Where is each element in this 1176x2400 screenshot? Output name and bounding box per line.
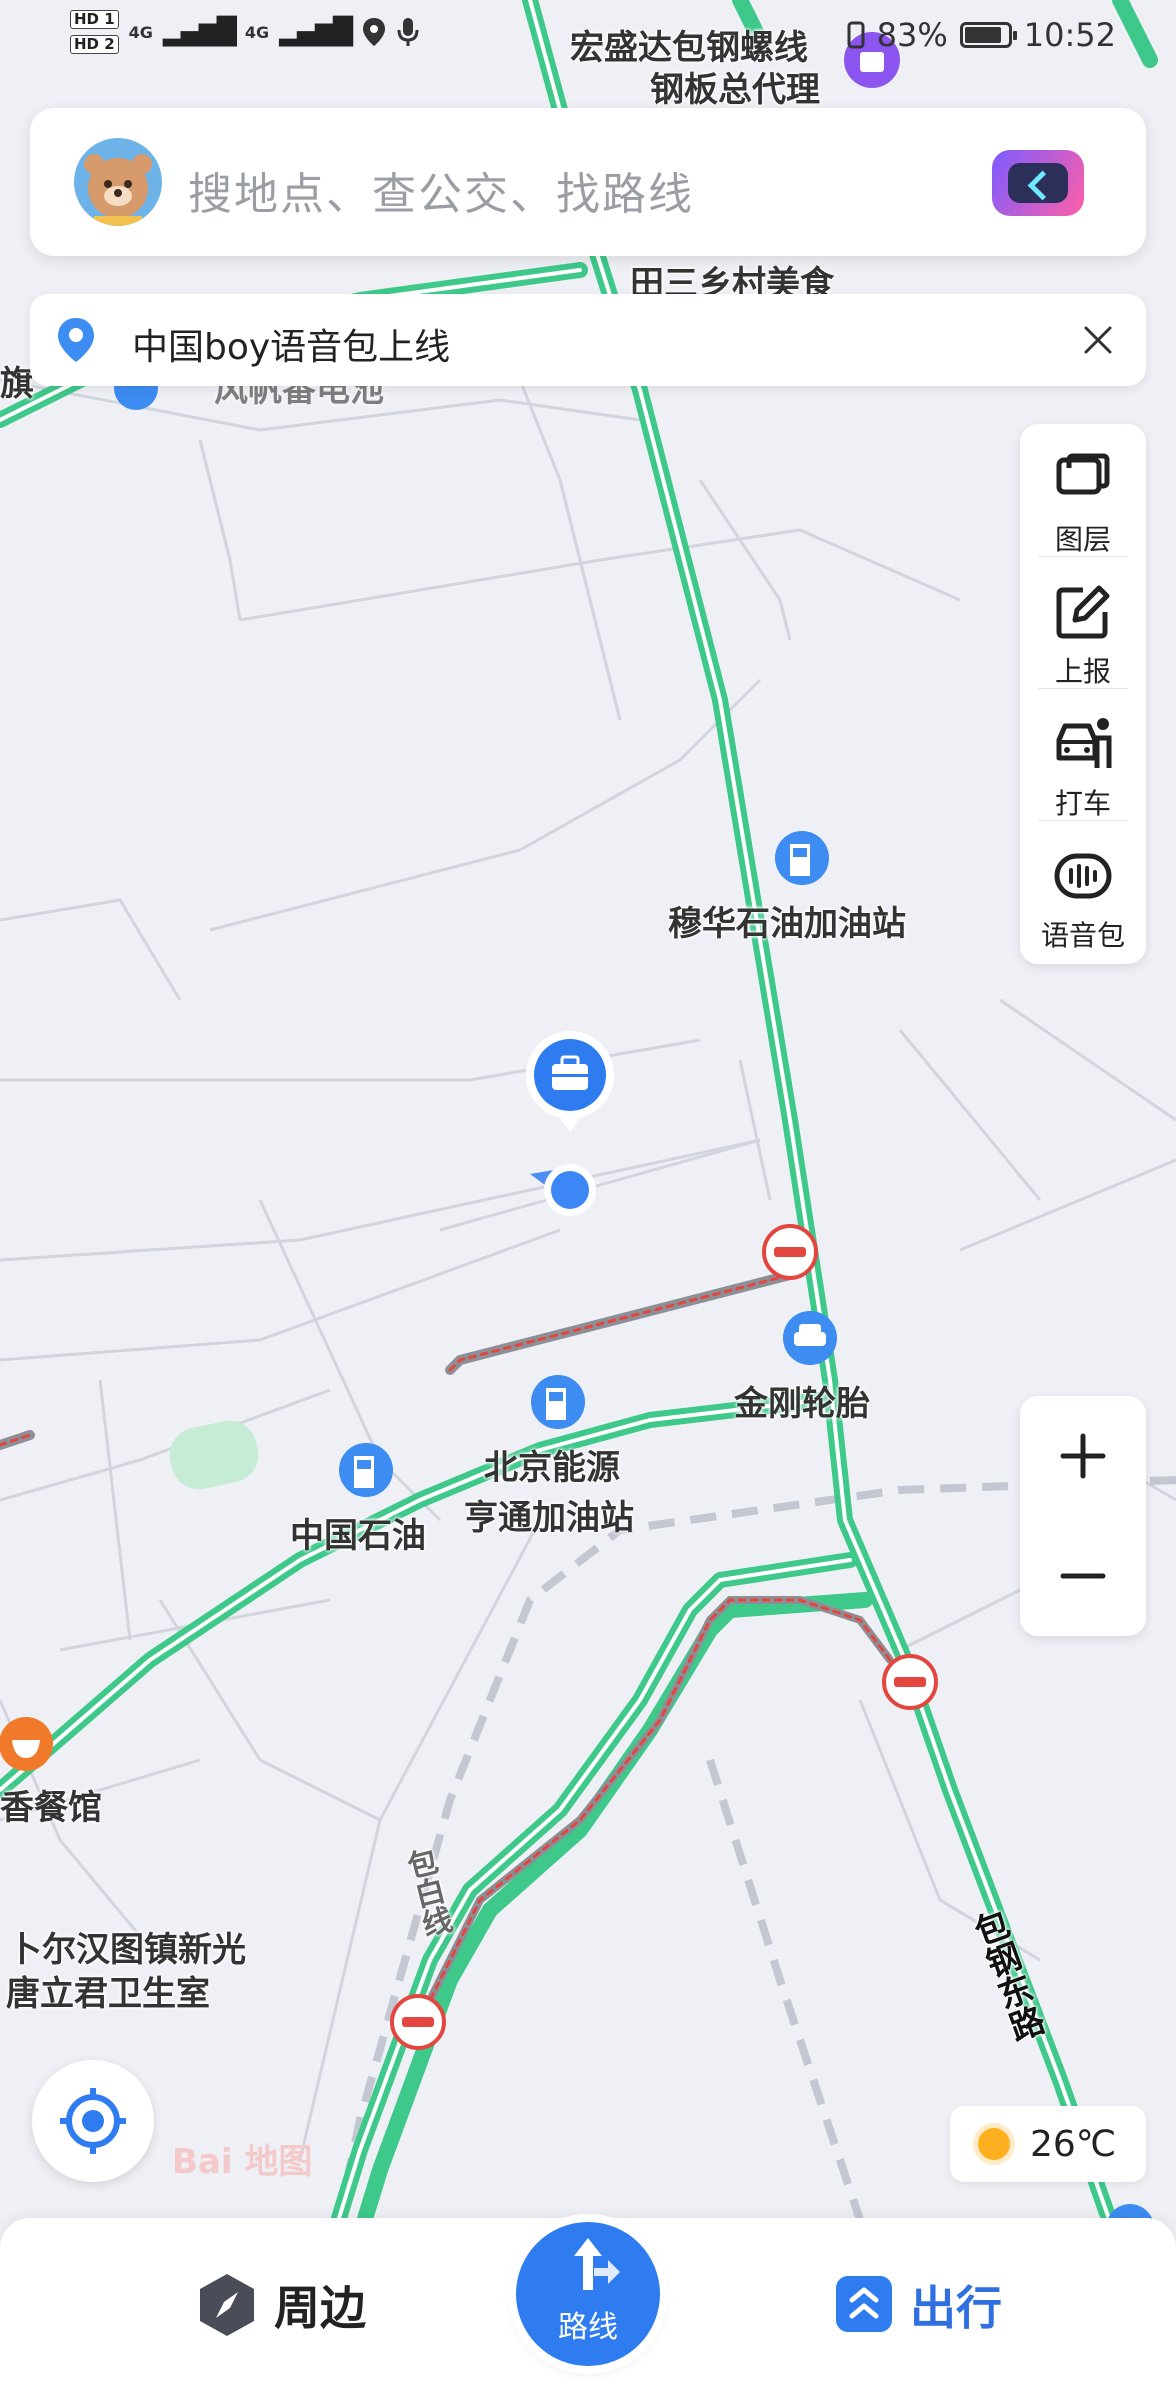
- no-entry-marker: [390, 1994, 446, 2050]
- poi-label[interactable]: 北京能源: [484, 1440, 620, 1489]
- minus-icon: [1060, 1573, 1106, 1579]
- no-entry-marker: [762, 1224, 818, 1280]
- network-type-2: 4G: [244, 22, 270, 42]
- poi-label[interactable]: 中国石油: [290, 1508, 426, 1557]
- restaurant-icon[interactable]: [0, 1717, 53, 1771]
- tool-label: 上报: [1054, 655, 1111, 688]
- hd-indicators: HD 1 HD 2: [70, 10, 119, 54]
- tool-label: 图层: [1054, 523, 1111, 556]
- gas-station-icon[interactable]: [531, 1375, 585, 1429]
- tab-travel[interactable]: 出行: [834, 2270, 1002, 2340]
- zoom-in-button[interactable]: [1020, 1396, 1146, 1516]
- voice-assistant-icon[interactable]: [992, 150, 1084, 216]
- battery-icon: [959, 22, 1017, 48]
- zoom-out-button[interactable]: [1020, 1516, 1146, 1636]
- close-icon[interactable]: [1074, 316, 1122, 364]
- report-button[interactable]: 上报: [1020, 564, 1146, 696]
- poi-label[interactable]: 亨通加油站: [464, 1490, 634, 1539]
- map-tools-panel: 图层 上报 打车 语音包: [1020, 424, 1146, 964]
- hd1-badge: HD 1: [70, 10, 119, 29]
- poi-label[interactable]: 唐立君卫生室: [6, 1966, 210, 2015]
- search-bar[interactable]: 搜地点、查公交、找路线: [30, 108, 1146, 256]
- taxi-icon: [1056, 718, 1112, 768]
- status-bar: HD 1 HD 2 4G ▂▄▆█ 4G ▂▄▆█ 83% 10:52: [0, 0, 1176, 80]
- gas-station-icon[interactable]: [339, 1443, 393, 1497]
- notice-banner[interactable]: 中国boy语音包上线: [30, 294, 1146, 386]
- crosshair-icon: [60, 2088, 126, 2154]
- status-right: 83% 10:52: [847, 16, 1116, 54]
- notice-text[interactable]: 中国boy语音包上线: [132, 318, 450, 370]
- voice-pack-button[interactable]: 语音包: [1020, 828, 1146, 960]
- route-button[interactable]: 路线: [516, 2222, 660, 2366]
- locate-button[interactable]: [32, 2060, 154, 2182]
- weather-widget[interactable]: 26℃: [950, 2106, 1146, 2182]
- sun-icon: [978, 2128, 1010, 2160]
- poi-label[interactable]: 旗: [0, 356, 34, 405]
- travel-icon: [836, 2276, 892, 2332]
- no-entry-marker: [882, 1654, 938, 1710]
- poi-label[interactable]: 金刚轮胎: [734, 1376, 870, 1425]
- layers-icon: [1056, 453, 1110, 495]
- poi-label[interactable]: 香餐馆: [0, 1780, 102, 1829]
- location-pin-icon: [58, 318, 94, 362]
- zoom-control: [1020, 1396, 1146, 1636]
- poi-label[interactable]: 卜尔汉图镇新光: [8, 1922, 246, 1971]
- bear-avatar-icon[interactable]: [74, 138, 162, 226]
- route-label: 路线: [558, 2310, 618, 2345]
- microphone-icon: [397, 18, 419, 46]
- tab-label: 周边: [274, 2281, 366, 2335]
- poi-label[interactable]: 穆华石油加油站: [668, 896, 906, 945]
- signal-icon: ▂▄▆█: [279, 17, 353, 47]
- battery-percent: 83%: [876, 16, 948, 54]
- route-arrow-icon: [574, 2238, 620, 2290]
- location-icon: [363, 18, 386, 46]
- network-type-1: 4G: [128, 22, 153, 42]
- taxi-button[interactable]: 打车: [1020, 696, 1146, 828]
- voice-pack-icon: [1054, 853, 1112, 899]
- car-service-icon[interactable]: [783, 1311, 837, 1365]
- temperature: 26℃: [1030, 2124, 1117, 2165]
- search-input[interactable]: 搜地点、查公交、找路线: [188, 158, 694, 222]
- layers-button[interactable]: 图层: [1020, 432, 1146, 564]
- hd2-badge: HD 2: [70, 35, 119, 54]
- tool-label: 打车: [1054, 787, 1111, 820]
- plus-icon: [1060, 1433, 1106, 1479]
- tab-nearby[interactable]: 周边: [196, 2270, 366, 2340]
- gas-station-icon[interactable]: [775, 831, 829, 885]
- compass-icon: [200, 2274, 254, 2336]
- signal-icon: ▂▄▆█: [162, 17, 237, 47]
- report-icon: [1056, 585, 1110, 639]
- map-watermark: Bai 地图: [172, 2142, 313, 2182]
- tool-label: 语音包: [1040, 919, 1125, 952]
- tab-label: 出行: [910, 2281, 1002, 2335]
- status-left: HD 1 HD 2 4G ▂▄▆█ 4G ▂▄▆█: [70, 10, 419, 54]
- clock: 10:52: [1023, 16, 1116, 54]
- vibrate-icon: [847, 21, 865, 49]
